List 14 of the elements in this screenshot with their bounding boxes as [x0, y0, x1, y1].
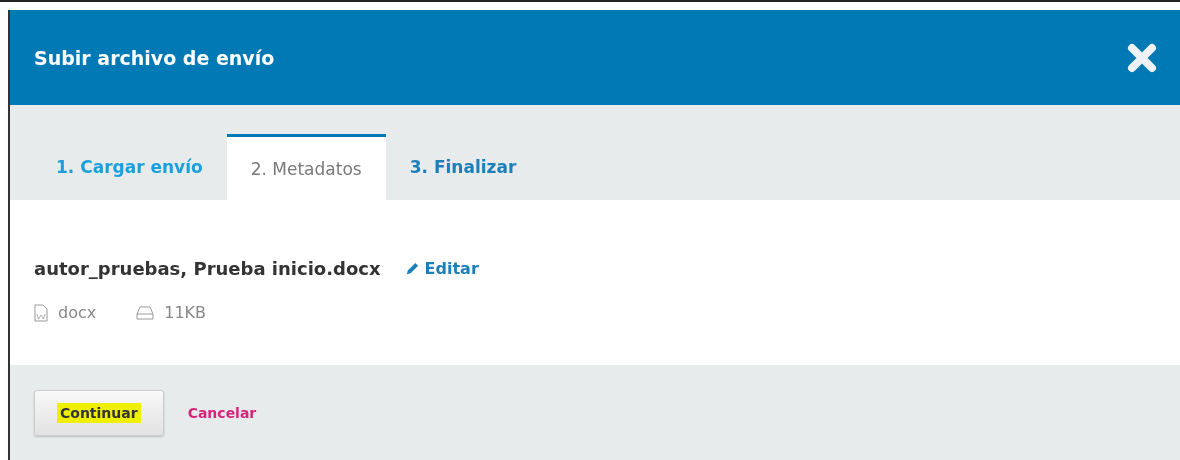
file-type: docx: [58, 303, 97, 322]
step-tab[interactable]: 1. Cargar envío: [32, 134, 227, 200]
file-size: 11KB: [164, 303, 207, 322]
hard-drive-icon: [136, 305, 155, 320]
continue-button[interactable]: Continuar: [34, 389, 164, 436]
pencil-icon: [404, 261, 420, 276]
word-file-icon: [34, 303, 48, 322]
close-icon[interactable]: [1126, 41, 1158, 74]
file-name: autor_pruebas, Prueba inicio.docx: [34, 258, 381, 279]
step-tab[interactable]: 2. Metadatos: [226, 134, 386, 200]
modal-title: Subir archivo de envío: [34, 46, 275, 69]
cancel-link[interactable]: Cancelar: [187, 404, 257, 421]
step-tab[interactable]: 3. Finalizar: [385, 134, 541, 200]
edit-link[interactable]: Editar: [404, 259, 479, 278]
